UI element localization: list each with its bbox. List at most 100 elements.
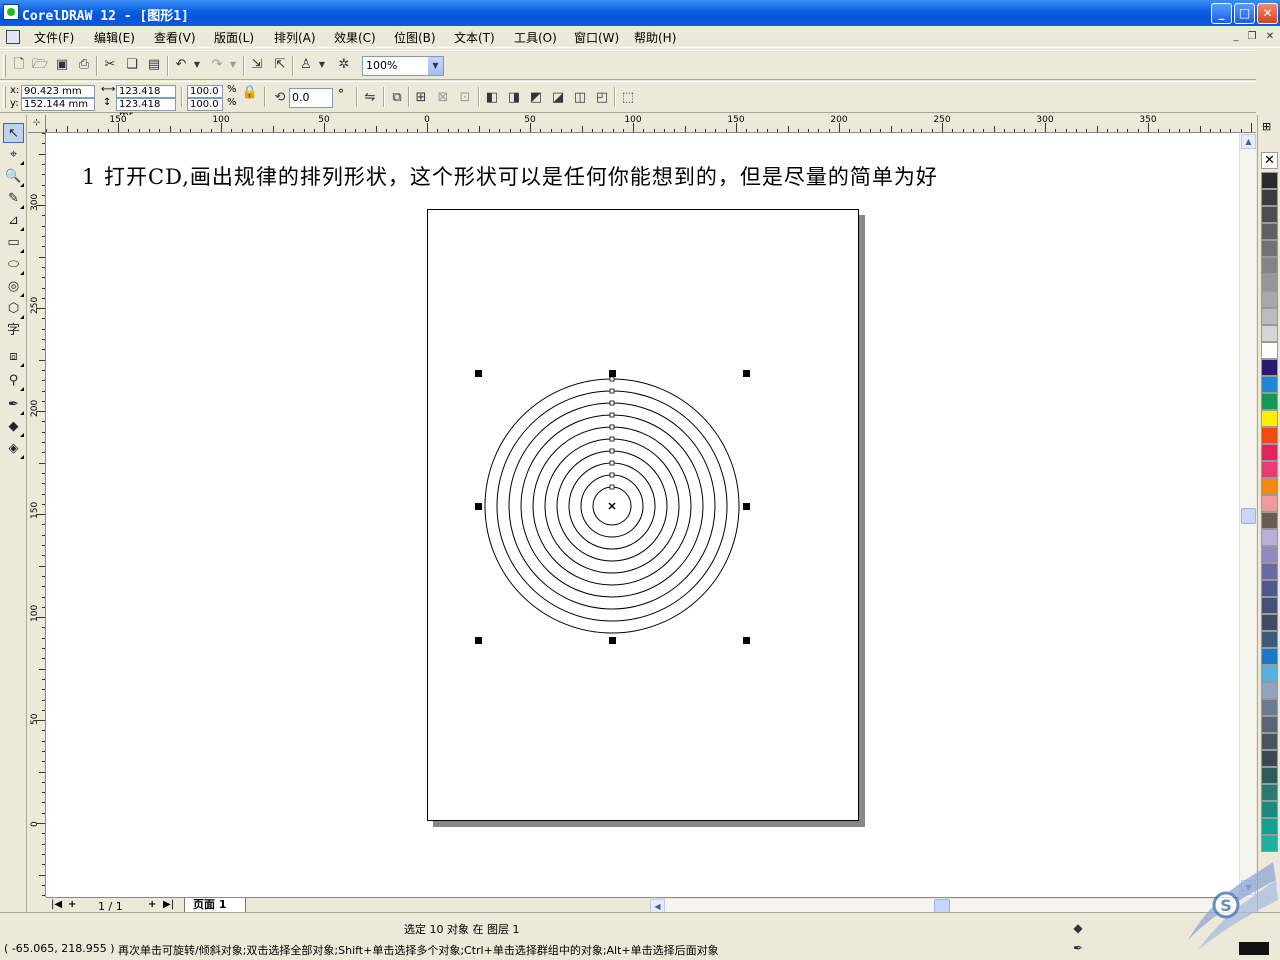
color-swatch[interactable] — [1261, 240, 1278, 257]
color-swatch[interactable] — [1261, 427, 1278, 444]
rotation-center-marker[interactable] — [608, 502, 616, 510]
last-page-icon[interactable]: ▶| — [163, 899, 174, 910]
basic-shapes-tool-icon[interactable]: ⬡ — [3, 299, 24, 319]
coreldraw-app-icon[interactable] — [3, 4, 19, 20]
menu-effects[interactable]: 效果(C) — [334, 29, 376, 46]
rectangle-tool-icon[interactable]: ▭ — [3, 233, 24, 253]
wrap-text-icon[interactable]: ⧉ — [388, 89, 406, 107]
lock-ratio-icon[interactable]: 🔒 — [241, 84, 259, 102]
circle-node[interactable] — [609, 412, 615, 418]
color-swatch[interactable] — [1261, 393, 1278, 410]
selection-handle[interactable] — [609, 637, 616, 644]
selection-handle[interactable] — [743, 370, 750, 377]
spiral-tool-icon[interactable]: ◎ — [3, 277, 24, 297]
interactive-fill-tool-icon[interactable]: ◈ — [3, 439, 24, 459]
save-icon[interactable]: ▣ — [53, 56, 71, 74]
eyedropper-tool-icon[interactable]: ⚲ — [3, 371, 24, 391]
color-swatch[interactable] — [1261, 478, 1278, 495]
rotation-angle-field[interactable]: 0.0 — [289, 88, 333, 108]
import-icon[interactable]: ⇲ — [248, 56, 266, 74]
menu-file[interactable]: 文件(F) — [34, 29, 74, 46]
color-swatch[interactable] — [1261, 291, 1278, 308]
menu-edit[interactable]: 编辑(E) — [94, 29, 135, 46]
color-swatch[interactable] — [1261, 631, 1278, 648]
minimize-button[interactable]: _ — [1211, 3, 1232, 24]
ellipse-tool-icon[interactable]: ⬭ — [3, 255, 24, 275]
group-icon[interactable]: ⊞ — [412, 89, 430, 107]
open-icon[interactable]: 🗁 — [31, 56, 49, 74]
toolbar-grip[interactable] — [3, 55, 6, 77]
color-swatch[interactable] — [1261, 818, 1278, 835]
close-button[interactable]: ✕ — [1257, 3, 1278, 24]
circle-node[interactable] — [609, 424, 615, 430]
height-field[interactable]: 123.418 mr — [116, 98, 176, 121]
color-swatch[interactable] — [1261, 733, 1278, 750]
menu-layout[interactable]: 版面(L) — [214, 29, 254, 46]
color-swatch[interactable] — [1261, 308, 1278, 325]
x-position-field[interactable]: 90.423 mm — [21, 85, 95, 98]
print-icon[interactable]: ⎙ — [75, 56, 93, 74]
circle-node[interactable] — [609, 376, 615, 382]
smart-fill-tool-icon[interactable]: ⊿ — [3, 211, 24, 231]
menu-window[interactable]: 窗口(W) — [574, 29, 619, 46]
menu-bitmaps[interactable]: 位图(B) — [394, 29, 436, 46]
color-swatch[interactable] — [1261, 835, 1278, 852]
circle-node[interactable] — [609, 448, 615, 454]
scroll-thumb[interactable] — [1241, 508, 1256, 524]
selection-handle[interactable] — [475, 370, 482, 377]
color-swatch[interactable] — [1261, 682, 1278, 699]
color-swatch[interactable] — [1261, 546, 1278, 563]
combine-icon[interactable]: ◧ — [483, 89, 501, 107]
undo-icon[interactable]: ↶ — [172, 56, 190, 74]
ungroup-icon[interactable]: ⊠ — [434, 89, 452, 107]
horizontal-ruler[interactable]: 150 100 50 0 50 100 150 200 250 300 350 — [46, 115, 1256, 133]
copy-icon[interactable]: ❏ — [123, 56, 141, 74]
doc-restore-button[interactable]: ❐ — [1245, 30, 1259, 44]
intersect-icon[interactable]: ◪ — [549, 89, 567, 107]
document-icon[interactable] — [6, 30, 20, 44]
doc-close-button[interactable]: ✕ — [1263, 30, 1277, 44]
color-swatch[interactable] — [1261, 223, 1278, 240]
redo-icon[interactable]: ↷ — [208, 56, 226, 74]
color-swatch[interactable] — [1261, 665, 1278, 682]
color-swatch[interactable] — [1261, 206, 1278, 223]
color-swatch[interactable] — [1261, 172, 1278, 189]
menu-arrange[interactable]: 排列(A) — [274, 29, 316, 46]
simplify-icon[interactable]: ◫ — [571, 89, 589, 107]
circle-node[interactable] — [609, 388, 615, 394]
color-swatch[interactable] — [1261, 512, 1278, 529]
weld-icon[interactable]: ◨ — [505, 89, 523, 107]
color-swatch[interactable] — [1261, 359, 1278, 376]
page-tab[interactable]: 页面 1 — [184, 898, 246, 913]
selection-handle[interactable] — [609, 370, 616, 377]
outline-pen-icon[interactable]: ✒ — [1070, 940, 1086, 956]
new-icon[interactable]: 🗋 — [10, 56, 28, 74]
color-swatch[interactable] — [1261, 750, 1278, 767]
selection-handle[interactable] — [743, 637, 750, 644]
ungroup-all-icon[interactable]: ⊡ — [456, 89, 474, 107]
maximize-button[interactable]: □ — [1234, 3, 1255, 24]
chevron-down-icon[interactable]: ▼ — [427, 57, 443, 75]
zoom-tool-icon[interactable]: 🔍 — [3, 167, 24, 187]
color-swatch[interactable] — [1261, 597, 1278, 614]
trim-icon[interactable]: ◩ — [527, 89, 545, 107]
export-icon[interactable]: ⇱ — [271, 56, 289, 74]
ruler-origin[interactable]: ⊹ — [28, 115, 46, 133]
color-swatch[interactable] — [1261, 580, 1278, 597]
selection-handle[interactable] — [743, 503, 750, 510]
color-swatch[interactable] — [1261, 716, 1278, 733]
color-swatch[interactable] — [1261, 648, 1278, 665]
front-minus-back-icon[interactable]: ◰ — [593, 89, 611, 107]
color-swatch[interactable] — [1261, 784, 1278, 801]
undo-dropdown-icon[interactable]: ▼ — [192, 56, 202, 74]
palette-menu-icon[interactable]: ⊞ — [1262, 120, 1271, 133]
y-position-field[interactable]: 152.144 mm — [21, 98, 95, 111]
circle-node[interactable] — [609, 460, 615, 466]
color-swatch[interactable] — [1261, 699, 1278, 716]
color-swatch[interactable] — [1261, 325, 1278, 342]
corel-online-icon[interactable]: ✲ — [335, 56, 353, 74]
concentric-circles-drawing[interactable] — [46, 133, 1239, 897]
outline-tool-icon[interactable]: ✒ — [3, 395, 24, 415]
menu-view[interactable]: 查看(V) — [154, 29, 196, 46]
scale-y-field[interactable]: 100.0 — [187, 98, 223, 111]
